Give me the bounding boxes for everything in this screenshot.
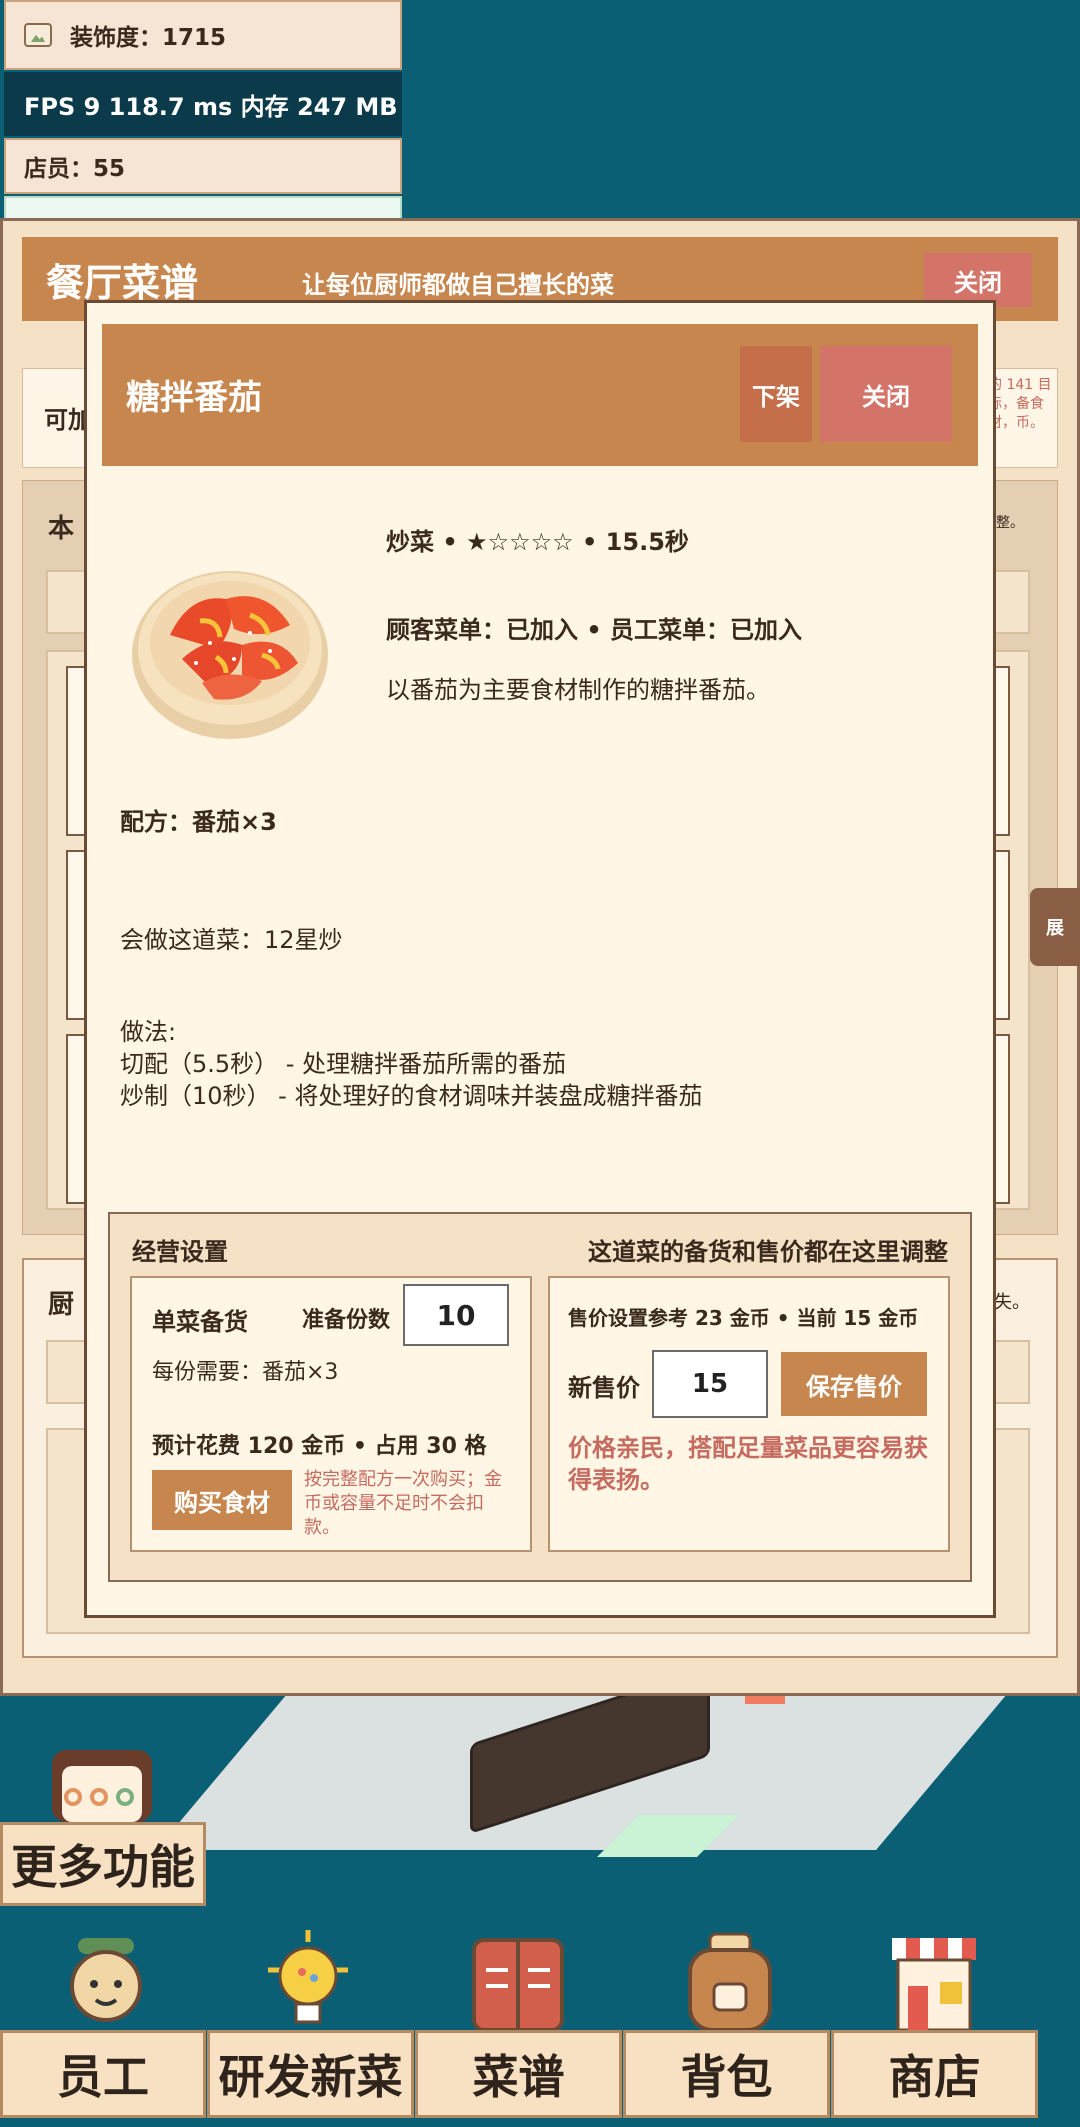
backpack-icon: [688, 1932, 772, 2030]
stock-need: 每份需要：番茄×3: [152, 1360, 339, 1385]
save-price-button[interactable]: 保存售价: [781, 1352, 927, 1416]
dish-description: 以番茄为主要食材制作的糖拌番茄。: [386, 676, 770, 704]
more-functions-icon[interactable]: [52, 1750, 152, 1822]
decoration-stat: 装饰度：1715: [4, 0, 402, 70]
nav-staff[interactable]: 员工: [0, 2030, 206, 2118]
method-title: 做法:: [120, 1018, 177, 1046]
offshelf-button[interactable]: 下架: [740, 346, 812, 442]
picture-icon: [24, 23, 52, 47]
tomato-dish-image: [132, 571, 328, 739]
menu-status: 顾客菜单：已加入 • 员工菜单：已加入: [386, 616, 803, 644]
chef-section-note: 失。: [994, 1292, 1030, 1313]
method-step: 炒制（10秒） - 将处理好的食材调味并装盘成糖拌番茄: [120, 1082, 703, 1110]
expand-tab[interactable]: 展: [1030, 888, 1080, 966]
nav-shop[interactable]: 商店: [831, 2030, 1038, 2118]
chef-section-label: 厨: [48, 1290, 75, 1320]
operations-hint: 这道菜的备货和售价都在这里调整: [588, 1238, 948, 1266]
new-price-label: 新售价: [568, 1374, 640, 1402]
shop-icon: [892, 1938, 976, 2030]
dish-title: 糖拌番茄: [126, 378, 262, 418]
more-functions-button[interactable]: 更多功能: [0, 1822, 206, 1906]
staff-stat: 店员：55: [4, 138, 402, 194]
fps-text: FPS 9 118.7 ms 内存 247 MB: [24, 92, 398, 121]
dot-icon: [64, 1788, 82, 1806]
chefs-text: 会做这道菜：12星炒: [120, 926, 343, 954]
qty-input[interactable]: [403, 1284, 509, 1346]
decoration-value: 装饰度：1715: [70, 25, 227, 51]
recipe-text: 配方：番茄×3: [120, 808, 277, 836]
stock-title: 单菜备货: [152, 1308, 248, 1336]
price-tip: 价格亲民，搭配足量菜品更容易获得表扬。: [568, 1434, 928, 1494]
new-price-input[interactable]: [652, 1350, 768, 1418]
recipe-book-icon: [472, 1938, 564, 2030]
recipes-panel-title: 餐厅菜谱: [46, 261, 199, 305]
staff-icon: [70, 1938, 142, 2022]
nav-research[interactable]: 研发新菜: [207, 2030, 414, 2118]
nav-recipes[interactable]: 菜谱: [415, 2030, 622, 2118]
dot-icon: [116, 1788, 134, 1806]
menu-section-note: 整。: [996, 515, 1024, 531]
operations-title: 经营设置: [132, 1238, 228, 1266]
price-reference: 售价设置参考 23 金币 • 当前 15 金币: [568, 1306, 919, 1330]
more-dots-icon: [64, 1788, 134, 1806]
dot-icon: [90, 1788, 108, 1806]
method-step: 切配（5.5秒） - 处理糖拌番茄所需的番茄: [120, 1050, 567, 1078]
info-hint: 的 141 目标，备食材，币。: [988, 377, 1052, 431]
menu-section-label: 本: [48, 514, 75, 544]
buy-ingredients-button[interactable]: 购买食材: [152, 1470, 292, 1530]
buy-note: 按完整配方一次购买；金币或容量不足时不会扣款。: [304, 1469, 502, 1538]
dish-meta: 炒菜 • ★☆☆☆☆ • 15.5秒: [386, 528, 689, 556]
nav-backpack[interactable]: 背包: [623, 2030, 830, 2118]
stock-cost: 预计花费 120 金币 • 占用 30 格: [152, 1434, 487, 1459]
fps-stat: FPS 9 118.7 ms 内存 247 MB: [4, 72, 402, 136]
qty-label: 准备份数: [302, 1308, 391, 1333]
recipes-panel-subtitle: 让每位厨师都做自己擅长的菜: [302, 271, 614, 299]
lightbulb-icon: [268, 1930, 348, 2024]
dish-modal-close-button[interactable]: 关闭: [820, 346, 952, 442]
recipes-panel-close-button[interactable]: 关闭: [924, 253, 1032, 307]
staff-text: 店员：55: [24, 156, 126, 182]
